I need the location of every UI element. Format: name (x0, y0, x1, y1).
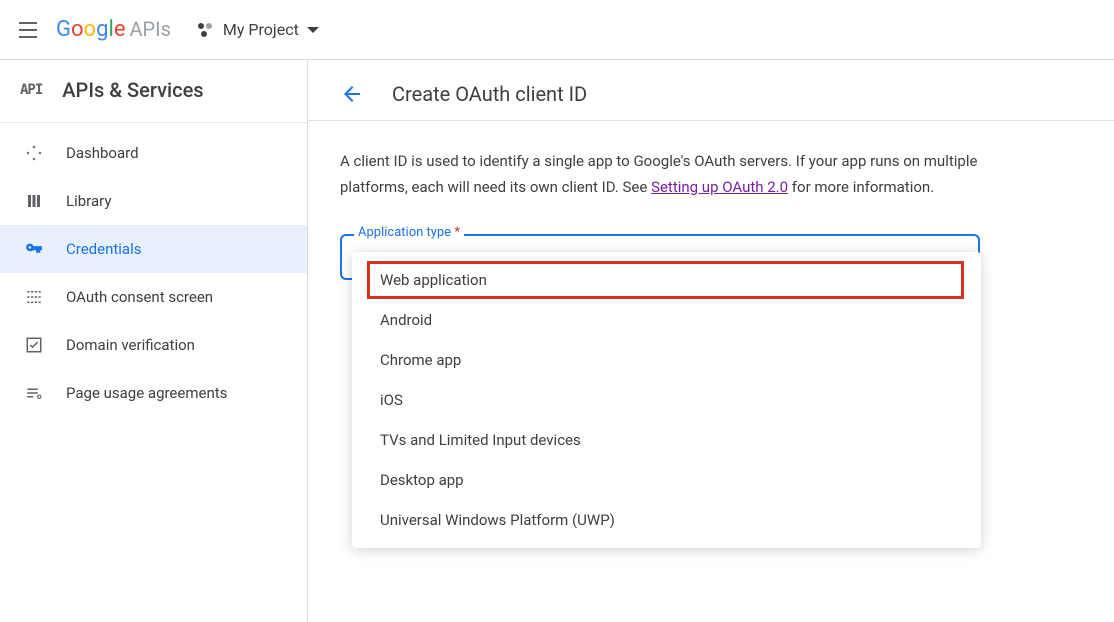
sidebar-item-label: Domain verification (66, 336, 195, 354)
dropdown-option-ios[interactable]: iOS (352, 380, 981, 420)
sidebar-item-oauth-consent[interactable]: OAuth consent screen (0, 273, 307, 321)
dropdown-option-chrome-app[interactable]: Chrome app (352, 340, 981, 380)
library-icon (24, 191, 44, 211)
sidebar-item-label: Library (66, 192, 111, 210)
back-arrow-icon[interactable] (340, 82, 364, 106)
api-badge-icon: API (20, 82, 42, 98)
sidebar-title: API APIs & Services (0, 78, 307, 122)
google-apis-logo[interactable]: Google APIs (56, 17, 171, 42)
menu-icon[interactable] (16, 18, 40, 42)
key-icon (24, 239, 44, 259)
description-text: A client ID is used to identify a single… (340, 149, 1000, 200)
sidebar-item-label: Page usage agreements (66, 384, 227, 402)
setup-oauth-link[interactable]: Setting up OAuth 2.0 (651, 178, 788, 196)
agreements-icon (24, 383, 44, 403)
page-header: Create OAuth client ID (340, 82, 1082, 106)
application-type-field: Application type * Web application Andro… (340, 234, 980, 280)
field-label: Application type * (354, 225, 464, 240)
verify-icon (24, 335, 44, 355)
sidebar-item-label: Credentials (66, 240, 141, 258)
chevron-down-icon (307, 27, 319, 33)
project-picker[interactable]: My Project (195, 20, 319, 40)
project-dots-icon (195, 20, 215, 40)
sidebar-item-library[interactable]: Library (0, 177, 307, 225)
dropdown-option-tvs[interactable]: TVs and Limited Input devices (352, 420, 981, 460)
sidebar-item-label: OAuth consent screen (66, 288, 213, 306)
dropdown-option-web-application[interactable]: Web application (368, 262, 963, 298)
sidebar-item-page-usage[interactable]: Page usage agreements (0, 369, 307, 417)
sidebar-item-credentials[interactable]: Credentials (0, 225, 307, 273)
sidebar-item-dashboard[interactable]: Dashboard (0, 129, 307, 177)
project-name: My Project (223, 20, 299, 39)
consent-icon (24, 287, 44, 307)
dropdown-option-desktop[interactable]: Desktop app (352, 460, 981, 500)
application-type-dropdown: Web application Android Chrome app iOS T… (352, 252, 981, 548)
sidebar-item-domain-verification[interactable]: Domain verification (0, 321, 307, 369)
dashboard-icon (24, 143, 44, 163)
top-header: Google APIs My Project (0, 0, 1114, 60)
page-title: Create OAuth client ID (392, 82, 587, 106)
dropdown-option-uwp[interactable]: Universal Windows Platform (UWP) (352, 500, 981, 540)
sidebar: API APIs & Services Dashboard Library Cr… (0, 60, 308, 622)
sidebar-item-label: Dashboard (66, 144, 139, 162)
main-content: Create OAuth client ID A client ID is us… (308, 60, 1114, 622)
dropdown-option-android[interactable]: Android (352, 300, 981, 340)
